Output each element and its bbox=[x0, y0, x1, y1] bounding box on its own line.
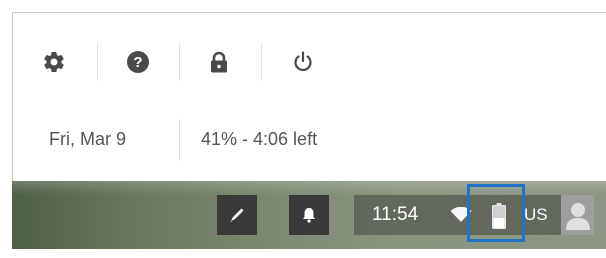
power-button[interactable] bbox=[288, 47, 318, 77]
gear-icon bbox=[44, 52, 64, 73]
bell-icon bbox=[303, 208, 315, 223]
separator bbox=[97, 43, 98, 81]
notifications-button[interactable] bbox=[289, 195, 329, 235]
help-button[interactable]: ? bbox=[123, 47, 153, 77]
avatar-icon bbox=[565, 203, 590, 230]
lock-icon bbox=[211, 51, 227, 73]
separator bbox=[179, 43, 180, 81]
avatar[interactable] bbox=[561, 195, 594, 235]
power-icon bbox=[294, 51, 312, 72]
battery-status-label[interactable]: 41% - 4:06 left bbox=[201, 129, 317, 150]
stylus-tools-button[interactable] bbox=[217, 195, 257, 235]
stylus-icon bbox=[230, 208, 244, 222]
settings-button[interactable] bbox=[39, 47, 69, 77]
help-icon: ? bbox=[127, 51, 149, 73]
separator bbox=[261, 43, 262, 81]
lock-button[interactable] bbox=[204, 47, 234, 77]
battery-highlight-box bbox=[467, 184, 525, 242]
svg-text:?: ? bbox=[133, 54, 142, 71]
date-label[interactable]: Fri, Mar 9 bbox=[49, 129, 126, 150]
ime-indicator: US bbox=[524, 205, 548, 224]
clock: 11:54 bbox=[372, 204, 419, 225]
separator bbox=[179, 119, 180, 161]
quick-settings-panel: ? Fri, Mar 9 41% - 4:06 left bbox=[12, 12, 606, 181]
